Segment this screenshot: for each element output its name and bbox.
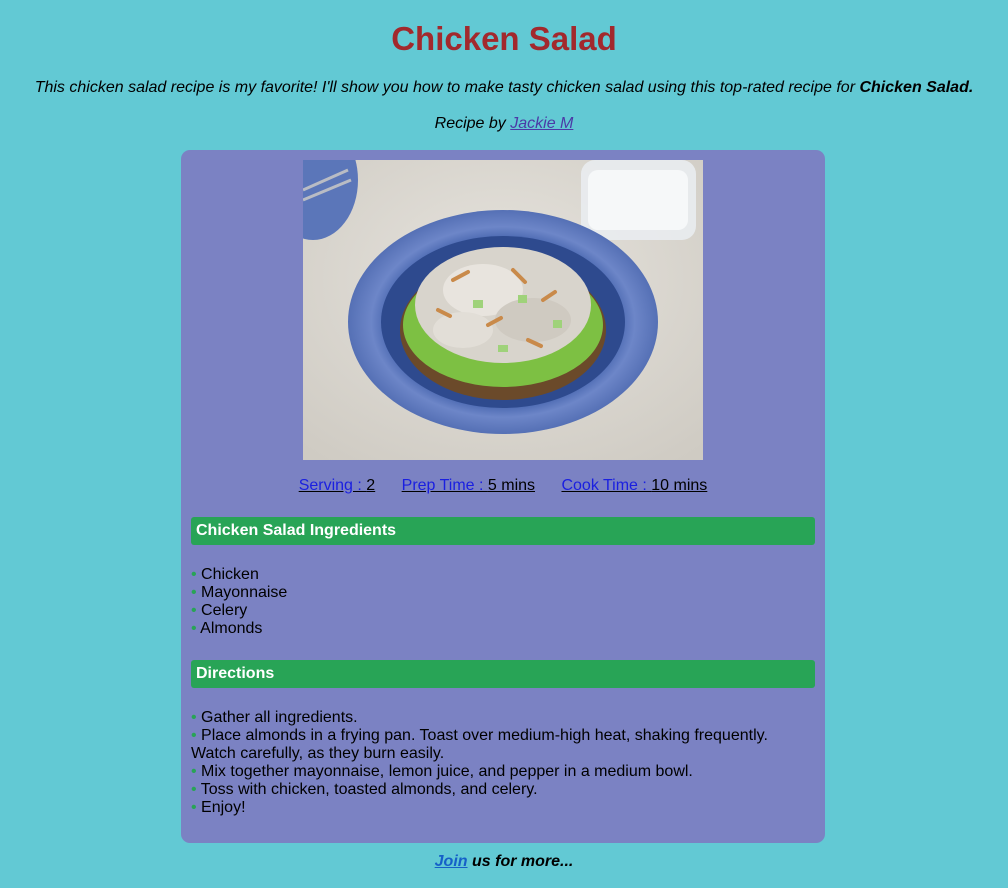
page-title: Chicken Salad bbox=[391, 20, 617, 57]
direction-text: Place almonds in a frying pan. Toast ove… bbox=[191, 727, 768, 762]
list-item: • Almonds bbox=[191, 620, 791, 638]
intro-bold: Chicken Salad. bbox=[859, 79, 974, 96]
byline: Recipe by Jackie M bbox=[0, 115, 1008, 133]
bullet-icon: • bbox=[191, 566, 202, 583]
recipe-photo bbox=[303, 160, 703, 460]
list-item: • Toss with chicken, toasted almonds, an… bbox=[191, 781, 781, 799]
cook-time-value: 10 mins bbox=[651, 477, 708, 494]
bullet-icon: • bbox=[191, 781, 201, 798]
serving-info[interactable]: Serving : 2 bbox=[299, 477, 376, 495]
list-item: • Gather all ingredients. bbox=[191, 709, 781, 727]
serving-label: Serving : bbox=[298, 477, 367, 494]
direction-text: Mix together mayonnaise, lemon juice, an… bbox=[201, 763, 693, 780]
intro-text: This chicken salad recipe is my favorite… bbox=[0, 79, 1008, 97]
bullet-icon: • bbox=[191, 602, 202, 619]
bullet-icon: • bbox=[191, 620, 201, 637]
direction-text: Gather all ingredients. bbox=[201, 709, 358, 726]
ingredient-text: Celery bbox=[201, 602, 248, 619]
footer-suffix: us for more... bbox=[467, 853, 574, 870]
intro-body: This chicken salad recipe is my favorite… bbox=[34, 79, 860, 96]
ingredient-text: Mayonnaise bbox=[201, 584, 288, 601]
bullet-icon: • bbox=[191, 709, 202, 726]
serving-value: 2 bbox=[366, 477, 376, 494]
list-item: • Enjoy! bbox=[191, 799, 781, 817]
ingredient-text: Almonds bbox=[200, 620, 263, 637]
ingredients-heading: Chicken Salad Ingredients bbox=[191, 517, 815, 545]
bullet-icon: • bbox=[191, 799, 202, 816]
prep-time-value: 5 mins bbox=[487, 477, 536, 494]
list-item: • Place almonds in a frying pan. Toast o… bbox=[191, 727, 781, 763]
recipe-card: Serving : 2 Prep Time : 5 mins Cook Time… bbox=[181, 150, 825, 843]
directions-list: • Gather all ingredients. • Place almond… bbox=[191, 709, 781, 817]
list-item: • Celery bbox=[191, 602, 791, 620]
directions-heading: Directions bbox=[191, 660, 815, 688]
direction-text: Toss with chicken, toasted almonds, and … bbox=[200, 781, 538, 798]
author-link[interactable]: Jackie M bbox=[510, 115, 573, 132]
ingredients-list: • Chicken • Mayonnaise • Celery • Almond… bbox=[191, 566, 791, 638]
bullet-icon: • bbox=[191, 584, 202, 601]
footer: Join us for more... bbox=[0, 853, 1008, 871]
cook-time-label: Cook Time : bbox=[561, 477, 652, 494]
chicken-salad-plate-photo bbox=[303, 160, 703, 460]
direction-text: Enjoy! bbox=[201, 799, 246, 816]
list-item: • Chicken bbox=[191, 566, 791, 584]
cook-time-info[interactable]: Cook Time : 10 mins bbox=[561, 477, 707, 495]
bullet-icon: • bbox=[191, 727, 202, 744]
prep-time-info[interactable]: Prep Time : 5 mins bbox=[402, 477, 535, 495]
ingredient-text: Chicken bbox=[201, 566, 259, 583]
byline-prefix: Recipe by bbox=[434, 115, 511, 132]
bullet-icon: • bbox=[191, 763, 202, 780]
join-link[interactable]: Join bbox=[435, 853, 468, 870]
list-item: • Mix together mayonnaise, lemon juice, … bbox=[191, 763, 781, 781]
recipe-meta: Serving : 2 Prep Time : 5 mins Cook Time… bbox=[181, 477, 825, 495]
list-item: • Mayonnaise bbox=[191, 584, 791, 602]
prep-time-label: Prep Time : bbox=[401, 477, 488, 494]
